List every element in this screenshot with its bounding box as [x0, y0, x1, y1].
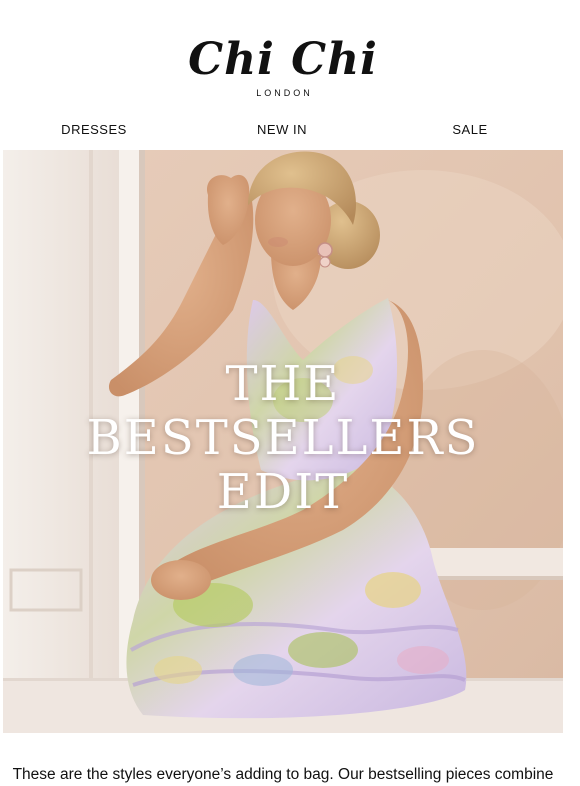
- hero-title: THE BESTSELLERS EDIT: [3, 357, 563, 519]
- hero-title-line: EDIT: [216, 464, 350, 520]
- nav-link-new-in[interactable]: NEW IN: [257, 122, 307, 137]
- main-nav: DRESSES NEW IN SALE: [0, 122, 566, 142]
- hero-banner[interactable]: THE BESTSELLERS EDIT: [3, 150, 563, 733]
- intro-text: These are the styles everyone’s adding t…: [12, 765, 554, 783]
- nav-link-sale[interactable]: SALE: [452, 122, 487, 137]
- brand-location: LONDON: [256, 88, 313, 98]
- brand-logo[interactable]: Chi Chi LONDON: [0, 34, 566, 98]
- brand-name: Chi Chi: [188, 34, 378, 85]
- nav-link-dresses[interactable]: DRESSES: [61, 122, 127, 137]
- hero-title-line: BESTSELLERS: [86, 410, 480, 466]
- hero-title-line: THE: [225, 356, 341, 412]
